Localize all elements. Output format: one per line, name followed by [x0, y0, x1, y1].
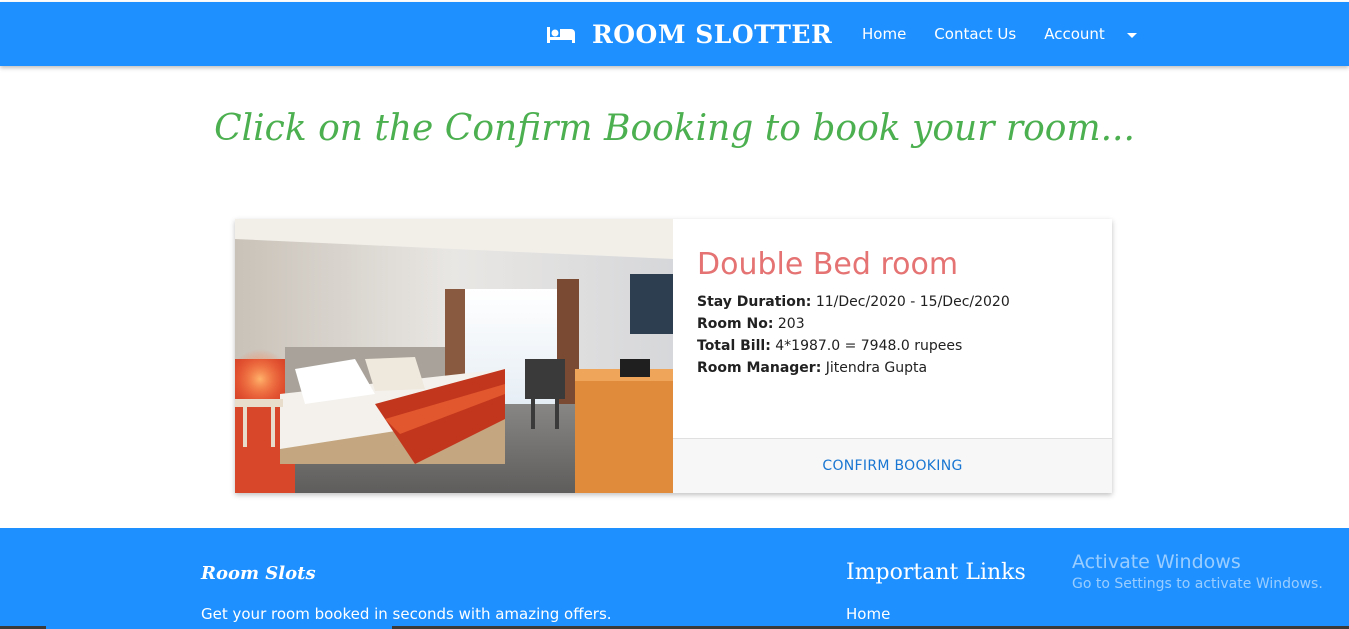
- booking-card-body: Double Bed room Stay Duration: 11/Dec/20…: [673, 219, 1112, 493]
- card-action-bar: CONFIRM BOOKING: [673, 438, 1112, 493]
- room-title: Double Bed room: [697, 247, 959, 282]
- detail-total-bill: Total Bill: 4*1987.0 = 7948.0 rupees: [697, 338, 963, 354]
- windows-activation-watermark: Activate Windows Go to Settings to activ…: [1072, 551, 1323, 592]
- watermark-subtitle: Go to Settings to activate Windows.: [1072, 576, 1323, 592]
- footer-links-heading: Important Links: [846, 560, 1026, 585]
- nav-links: Home Contact Us Account: [848, 2, 1151, 66]
- room-photo: [235, 219, 673, 493]
- nav-account-label: Account: [1044, 25, 1105, 43]
- detail-room-manager: Room Manager: Jitendra Gupta: [697, 360, 928, 376]
- detail-room-no: Room No: 203: [697, 316, 805, 332]
- watermark-title: Activate Windows: [1072, 551, 1241, 573]
- nav-contact-link[interactable]: Contact Us: [920, 25, 1030, 43]
- nav-account-dropdown[interactable]: Account: [1030, 25, 1151, 43]
- page-headline: Click on the Confirm Booking to book you…: [214, 108, 1135, 149]
- bed-icon: [546, 24, 576, 44]
- brand-title: ROOM SLOTTER: [592, 19, 833, 49]
- brand[interactable]: ROOM SLOTTER: [546, 2, 832, 66]
- booking-details: Stay Duration: 11/Dec/2020 - 15/Dec/2020…: [697, 291, 1010, 379]
- caret-down-icon: [1126, 32, 1137, 38]
- footer-description: Get your room booked in seconds with ama…: [201, 605, 612, 623]
- footer-home-link[interactable]: Home: [846, 605, 890, 623]
- navbar: ROOM SLOTTER Home Contact Us Account: [0, 2, 1349, 66]
- footer-brand: Room Slots: [201, 563, 316, 584]
- nav-home-link[interactable]: Home: [848, 25, 920, 43]
- detail-stay-duration: Stay Duration: 11/Dec/2020 - 15/Dec/2020: [697, 294, 1010, 310]
- booking-card: Double Bed room Stay Duration: 11/Dec/20…: [235, 219, 1112, 493]
- confirm-booking-button[interactable]: CONFIRM BOOKING: [822, 458, 962, 474]
